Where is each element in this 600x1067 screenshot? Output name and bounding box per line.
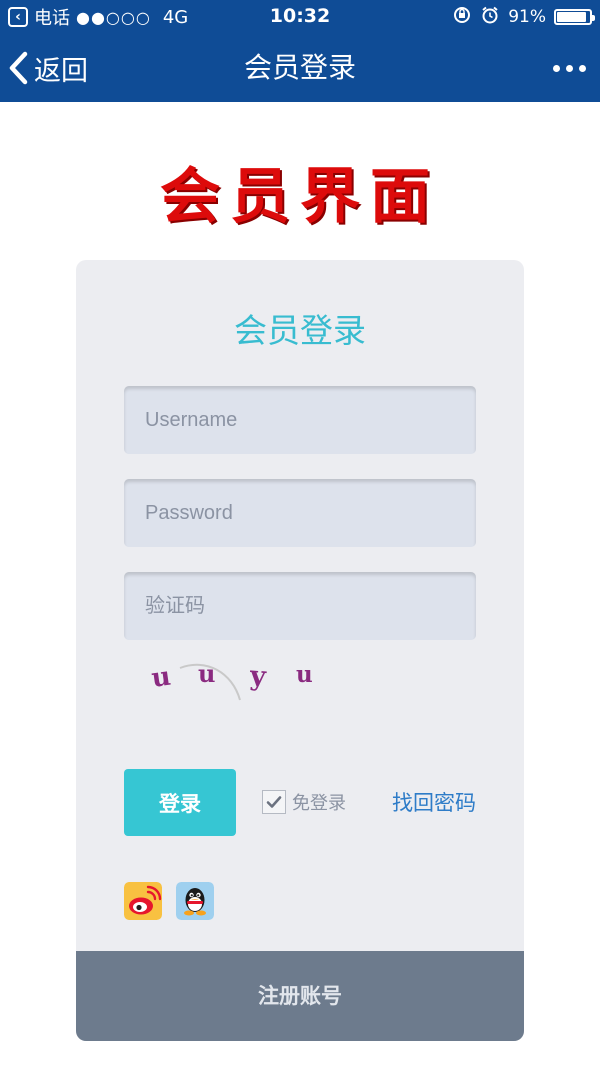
captcha-image[interactable]: u u y u	[146, 652, 346, 704]
nav-bar: 返回 会员登录	[0, 34, 600, 102]
battery-percent: 91%	[508, 7, 546, 27]
battery-level	[557, 12, 587, 22]
status-right: 91%	[452, 5, 595, 30]
login-button[interactable]: 登录	[124, 769, 236, 836]
username-input[interactable]	[124, 386, 476, 454]
remember-checkbox[interactable]	[262, 790, 286, 814]
weibo-icon[interactable]	[124, 882, 162, 920]
more-dots-icon[interactable]	[553, 56, 586, 80]
remember-label: 免登录	[292, 793, 346, 814]
captcha-char: u	[150, 662, 173, 694]
lock-rotation-icon	[452, 5, 472, 30]
checkmark-icon	[266, 796, 282, 808]
captcha-input[interactable]	[124, 572, 476, 640]
battery-icon	[554, 9, 595, 25]
app-header: ‹ 电话 ●●○○○ 4G 10:32 91% 返回 会员登录	[0, 0, 600, 102]
social-login	[124, 882, 214, 920]
dot	[566, 64, 573, 72]
chevron-left-icon	[8, 51, 28, 85]
password-input[interactable]	[124, 479, 476, 547]
forgot-password-link[interactable]: 找回密码	[392, 787, 476, 817]
dot	[553, 64, 560, 72]
back-button[interactable]: 返回	[8, 46, 88, 90]
login-title: 会员登录	[234, 311, 366, 350]
remember-me[interactable]: 免登录	[262, 789, 346, 815]
alarm-icon	[480, 5, 500, 30]
page-title: 会员登录	[243, 51, 356, 84]
status-bar: ‹ 电话 ●●○○○ 4G 10:32 91%	[0, 0, 600, 34]
banner-title: 会员界面	[160, 162, 440, 232]
captcha-char: y	[248, 660, 268, 692]
register-button[interactable]: 注册账号	[76, 951, 524, 1041]
captcha-char: u	[198, 659, 215, 688]
dot	[579, 64, 586, 72]
back-label: 返回	[34, 55, 88, 87]
login-card: 会员登录 u u y u 登录 免登录 找回密码	[76, 260, 524, 1041]
captcha-char: u	[296, 661, 313, 688]
qq-icon[interactable]	[176, 882, 214, 920]
